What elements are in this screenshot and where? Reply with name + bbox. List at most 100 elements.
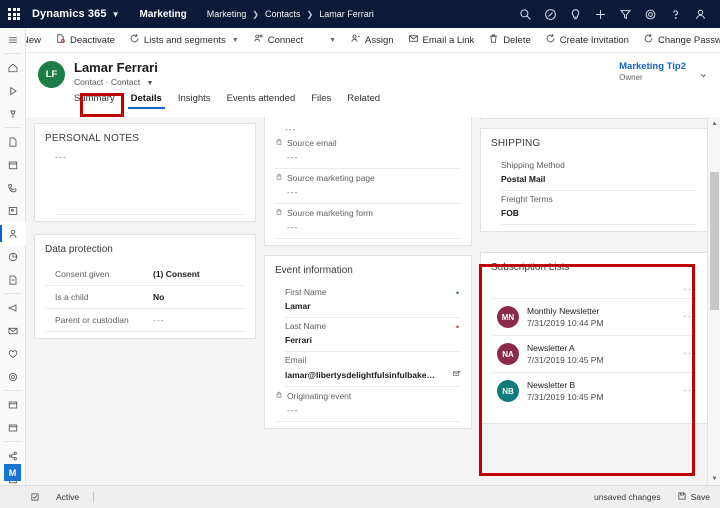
- field-row[interactable]: Email lamar@libertysdelightfulsinfulbake…: [285, 352, 461, 387]
- lightbulb-icon[interactable]: [563, 0, 588, 28]
- email-link-icon: [408, 33, 419, 47]
- field-row[interactable]: Source email ---: [275, 134, 461, 169]
- list-item-name: Newsletter B: [527, 380, 576, 390]
- breadcrumb-separator: ❯: [306, 9, 314, 19]
- event-information-title: Event information: [275, 265, 353, 276]
- source-marketing-form-label-text: Source marketing form: [287, 207, 373, 218]
- tab-details[interactable]: Details: [123, 93, 170, 109]
- list-item-name: Newsletter A: [527, 343, 575, 353]
- email-open-icon[interactable]: [448, 369, 461, 380]
- scrollbar-thumb[interactable]: [710, 172, 719, 310]
- mail-icon[interactable]: [0, 319, 26, 342]
- field-row[interactable]: Source marketing form ---: [275, 204, 461, 239]
- lists-and-segments-button[interactable]: Lists and segments ▼: [122, 28, 246, 53]
- user-icon[interactable]: [688, 0, 713, 28]
- owner-name[interactable]: Marketing Tip2: [619, 61, 686, 72]
- deactivate-button[interactable]: Deactivate: [48, 28, 122, 53]
- tab-related[interactable]: Related: [339, 93, 388, 109]
- shipping-card: SHIPPING Shipping Method Postal Mail Fre…: [480, 128, 708, 232]
- assign-button[interactable]: Assign: [343, 28, 401, 53]
- status-divider: [93, 491, 95, 503]
- vertical-scrollbar[interactable]: ▲ ▼: [707, 117, 720, 485]
- list-item-overflow-button[interactable]: ···: [683, 386, 697, 396]
- assistant-icon[interactable]: [538, 0, 563, 28]
- marketing-app-badge[interactable]: M: [4, 464, 21, 481]
- refresh-icon: [129, 33, 140, 47]
- chevron-down-icon[interactable]: ▼: [147, 80, 154, 87]
- change-password-button[interactable]: Change Password: [636, 28, 720, 53]
- waffle-grid-icon[interactable]: [0, 0, 28, 28]
- phone-icon[interactable]: [0, 176, 26, 199]
- field-row[interactable]: Parent or custodian ---: [45, 309, 245, 332]
- search-icon[interactable]: [513, 0, 538, 28]
- heart-icon[interactable]: [0, 342, 26, 365]
- field-row[interactable]: Last Name • Ferrari: [285, 318, 461, 352]
- connect-dropdown[interactable]: ▼: [316, 28, 343, 53]
- box-icon[interactable]: [0, 393, 26, 416]
- avatar: LF: [38, 61, 65, 88]
- list-item[interactable]: NA Newsletter A 7/31/2019 10:45 PM ···: [491, 336, 697, 373]
- chevron-down-icon[interactable]: ▼: [329, 37, 336, 44]
- save-button[interactable]: Save: [677, 491, 710, 503]
- home-icon[interactable]: [0, 56, 26, 79]
- field-row[interactable]: Originating event ---: [275, 387, 461, 422]
- recent-icon[interactable]: [0, 79, 26, 102]
- brand-chevron-down-icon[interactable]: ▼: [112, 10, 120, 19]
- pinned-icon[interactable]: [0, 102, 26, 125]
- report-icon[interactable]: [0, 268, 26, 291]
- box2-icon[interactable]: [0, 416, 26, 439]
- field-row[interactable]: Is a child No: [45, 286, 245, 309]
- calendar-icon[interactable]: [0, 153, 26, 176]
- record-subtitle-text: Contact · Contact: [74, 77, 141, 87]
- page-title: Lamar Ferrari: [74, 60, 158, 75]
- record-subtitle[interactable]: Contact · Contact ▼: [74, 77, 153, 87]
- subscription-lists-overflow-button[interactable]: ···: [683, 284, 697, 294]
- brand-label[interactable]: Dynamics 365: [32, 8, 107, 20]
- list-item[interactable]: MN Monthly Newsletter 7/31/2019 10:44 PM…: [491, 299, 697, 336]
- connect-label: Connect: [267, 34, 304, 46]
- filter-icon[interactable]: [613, 0, 638, 28]
- contact-card-icon[interactable]: [0, 199, 26, 222]
- pie-chart-icon[interactable]: [0, 245, 26, 268]
- required-indicator: •: [455, 288, 459, 298]
- field-row[interactable]: Shipping Method Postal Mail: [501, 157, 697, 191]
- plus-icon[interactable]: [588, 0, 613, 28]
- gear-icon[interactable]: [638, 0, 663, 28]
- tab-summary[interactable]: Summary: [66, 93, 123, 109]
- scroll-up-arrow-icon[interactable]: ▲: [708, 117, 720, 130]
- field-row[interactable]: Consent given (1) Consent: [45, 263, 245, 286]
- personal-notes-title: PERSONAL NOTES: [45, 133, 140, 144]
- header-chevron-down-icon[interactable]: ⌄: [699, 67, 708, 80]
- tab-insights[interactable]: Insights: [170, 93, 219, 109]
- list-item-text: Monthly Newsletter 7/31/2019 10:44 PM: [527, 306, 683, 328]
- hamburger-icon[interactable]: [0, 28, 26, 51]
- chevron-down-icon[interactable]: ▼: [232, 37, 239, 44]
- tab-files[interactable]: Files: [303, 93, 339, 109]
- personal-notes-card: PERSONAL NOTES ---: [34, 123, 256, 222]
- list-item-overflow-button[interactable]: ···: [683, 349, 697, 359]
- connect-button[interactable]: Connect: [246, 28, 310, 53]
- form-column-1: PERSONAL NOTES --- Data protection Conse…: [34, 117, 256, 485]
- lock-icon: [275, 390, 287, 401]
- field-row[interactable]: Freight Terms FOB: [501, 191, 697, 225]
- file-icon[interactable]: [0, 130, 26, 153]
- avatar: NA: [497, 343, 519, 365]
- field-row[interactable]: First Name • Lamar: [285, 284, 461, 318]
- breadcrumb-item-0[interactable]: Marketing: [207, 9, 247, 19]
- help-icon[interactable]: [663, 0, 688, 28]
- scroll-down-arrow-icon[interactable]: ▼: [708, 472, 720, 485]
- list-item-overflow-button[interactable]: ···: [683, 312, 697, 322]
- tab-events-attended[interactable]: Events attended: [219, 93, 304, 109]
- personal-notes-body[interactable]: ---: [45, 152, 245, 215]
- create-invitation-button[interactable]: Create Invitation: [538, 28, 636, 53]
- delete-button[interactable]: Delete: [481, 28, 537, 53]
- owner-field[interactable]: Marketing Tip2 Owner: [619, 61, 686, 82]
- refresh-icon: [545, 33, 556, 47]
- list-item[interactable]: NB Newsletter B 7/31/2019 10:45 PM ···: [491, 373, 697, 409]
- field-row[interactable]: Source marketing page ---: [275, 169, 461, 204]
- person-icon[interactable]: [0, 222, 26, 245]
- breadcrumb-item-1[interactable]: Contacts: [265, 9, 301, 19]
- settings-icon[interactable]: [0, 365, 26, 388]
- megaphone-icon[interactable]: [0, 296, 26, 319]
- email-a-link-button[interactable]: Email a Link: [401, 28, 482, 53]
